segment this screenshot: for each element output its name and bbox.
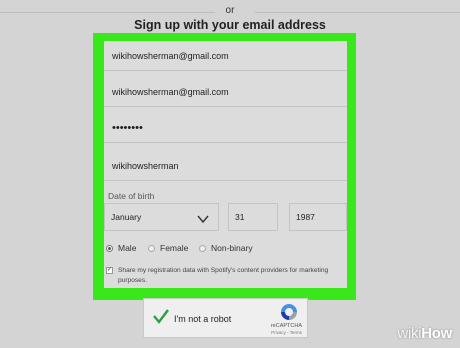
- dob-month-select[interactable]: January: [104, 203, 219, 231]
- email-field[interactable]: wikihowsherman@gmail.com: [104, 41, 347, 71]
- radio-selected-icon: [106, 244, 113, 252]
- dob-month-value: January: [111, 212, 142, 222]
- gender-radio-group: Male Female Non-binary: [104, 243, 347, 257]
- recaptcha-links[interactable]: Privacy - Terms: [144, 330, 302, 335]
- radio-empty-icon: [199, 244, 206, 252]
- or-divider-text: or: [225, 5, 235, 16]
- wikihow-watermark: wikiHow: [397, 325, 452, 342]
- confirm-email-field[interactable]: wikihowsherman@gmail.com: [104, 77, 347, 107]
- gender-option-label: Non-binary: [211, 243, 253, 253]
- recaptcha-brand: reCAPTCHA: [270, 323, 302, 329]
- radio-empty-icon: [148, 244, 155, 252]
- gender-option-female[interactable]: Female: [148, 243, 188, 253]
- signup-form: wikihowsherman@gmail.com wikihowsherman@…: [104, 41, 347, 288]
- display-name-field[interactable]: wikihowsherman: [104, 151, 347, 181]
- divider-line-right: [255, 12, 460, 13]
- watermark-prefix: wiki: [397, 325, 422, 342]
- gender-option-label: Female: [160, 243, 189, 253]
- watermark-suffix: How: [421, 325, 452, 342]
- dob-day-field[interactable]: 31: [228, 203, 278, 231]
- chevron-down-icon: [196, 210, 210, 236]
- gender-option-non-binary[interactable]: Non-binary: [199, 243, 253, 253]
- gender-option-male[interactable]: Male: [106, 243, 136, 253]
- recaptcha-widget: I'm not a robot reCAPTCHA Privacy - Term…: [143, 298, 308, 338]
- consent-text: Share my registration data with Spotify'…: [118, 267, 329, 284]
- dob-label: Date of birth: [108, 191, 155, 201]
- consent-checkbox[interactable]: ✓: [106, 267, 113, 274]
- dob-year-field[interactable]: 1987: [289, 203, 347, 231]
- signup-heading: Sign up with your email address: [134, 18, 326, 32]
- password-field[interactable]: ••••••••: [104, 113, 347, 143]
- gender-option-label: Male: [118, 243, 137, 253]
